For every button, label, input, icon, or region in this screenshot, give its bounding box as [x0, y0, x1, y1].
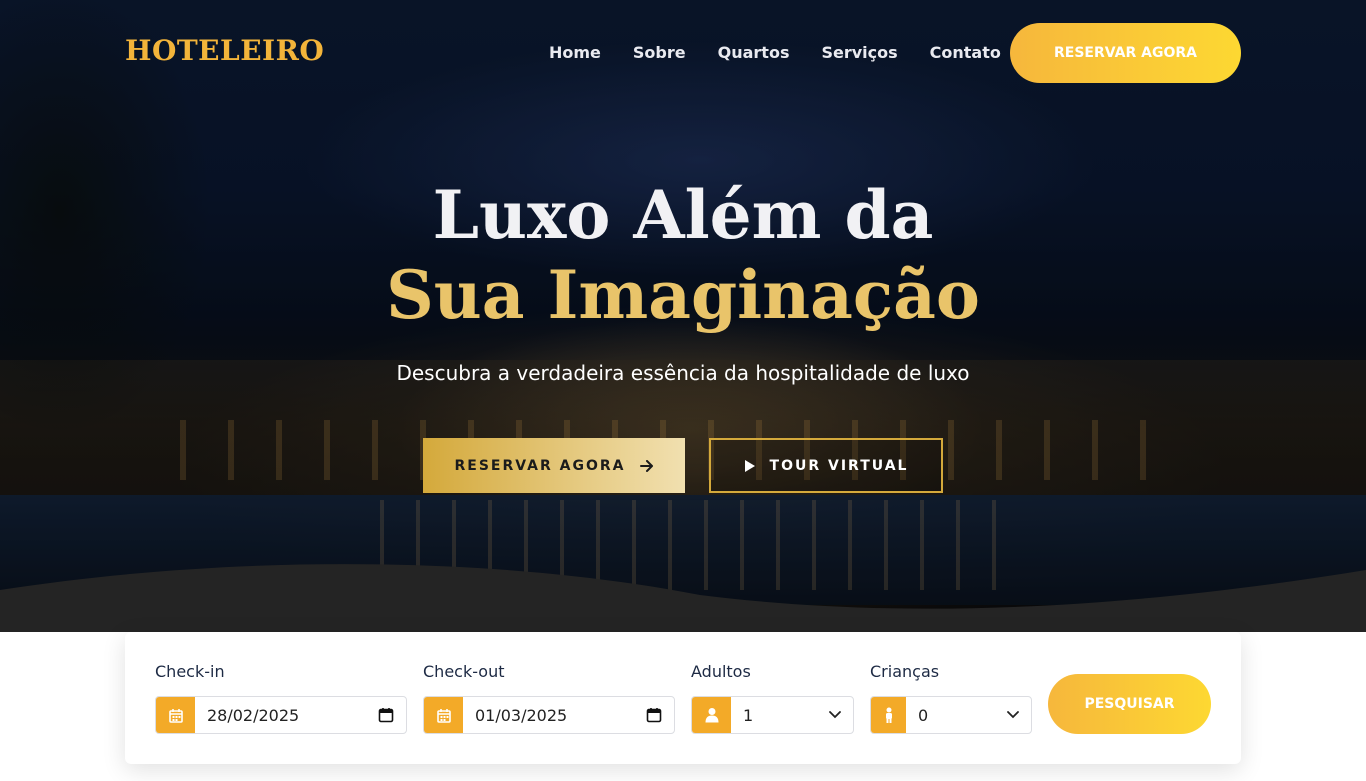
- children-select[interactable]: 0: [870, 696, 1032, 734]
- checkout-label: Check-out: [423, 662, 505, 681]
- checkin-field: Check-in 28/02/2025: [155, 662, 407, 734]
- arrow-right-icon: [639, 459, 653, 472]
- nav-quartos[interactable]: Quartos: [718, 43, 790, 62]
- chevron-down-icon: [1007, 711, 1019, 719]
- hero-wave-divider: [0, 564, 1366, 632]
- adults-field: Adultos 1: [691, 662, 854, 734]
- adults-label: Adultos: [691, 662, 751, 681]
- date-picker-icon[interactable]: [378, 707, 394, 723]
- hero-headline-line2: Sua Imaginação: [386, 256, 980, 334]
- hero-section: HOTELEIRO Home Sobre Quartos Serviços Co…: [0, 0, 1366, 632]
- calendar-icon: [156, 697, 195, 733]
- main-nav: Home Sobre Quartos Serviços Contato: [549, 43, 1033, 62]
- checkin-input-group[interactable]: 28/02/2025: [155, 696, 407, 734]
- checkin-input[interactable]: 28/02/2025: [195, 697, 406, 733]
- hero-reserve-label: RESERVAR AGORA: [454, 457, 626, 474]
- adults-value: 1: [743, 705, 754, 725]
- checkout-field: Check-out 01/03/2025: [423, 662, 675, 734]
- children-field: Crianças 0: [870, 662, 1032, 734]
- child-icon: [871, 697, 906, 733]
- children-label: Crianças: [870, 662, 940, 681]
- logo[interactable]: HOTELEIRO: [125, 34, 324, 67]
- adults-select[interactable]: 1: [691, 696, 854, 734]
- hero-subtitle: Descubra a verdadeira essência da hospit…: [396, 361, 970, 385]
- nav-home[interactable]: Home: [549, 43, 601, 62]
- children-value: 0: [918, 705, 929, 725]
- search-button[interactable]: PESQUISAR: [1048, 674, 1211, 734]
- nav-contato[interactable]: Contato: [930, 43, 1001, 62]
- checkout-input[interactable]: 01/03/2025: [463, 697, 674, 733]
- checkin-value: 28/02/2025: [207, 705, 300, 725]
- nav-servicos[interactable]: Serviços: [821, 43, 897, 62]
- virtual-tour-button[interactable]: TOUR VIRTUAL: [709, 438, 943, 493]
- user-icon: [692, 697, 731, 733]
- booking-form: Check-in 28/02/2025 Check-out 01/03/2025…: [125, 632, 1241, 764]
- nav-sobre[interactable]: Sobre: [633, 43, 686, 62]
- checkin-label: Check-in: [155, 662, 225, 681]
- adults-value-wrap[interactable]: 1: [731, 697, 853, 733]
- hero-headline-line1: Luxo Além da: [432, 176, 934, 254]
- children-value-wrap[interactable]: 0: [906, 697, 1031, 733]
- virtual-tour-label: TOUR VIRTUAL: [769, 457, 909, 474]
- play-icon: [744, 459, 755, 472]
- checkout-input-group[interactable]: 01/03/2025: [423, 696, 675, 734]
- chevron-down-icon: [829, 711, 841, 719]
- header-reserve-button[interactable]: RESERVAR AGORA: [1010, 23, 1241, 83]
- date-picker-icon[interactable]: [646, 707, 662, 723]
- calendar-icon: [424, 697, 463, 733]
- hero-reserve-button[interactable]: RESERVAR AGORA: [423, 438, 685, 493]
- checkout-value: 01/03/2025: [475, 705, 568, 725]
